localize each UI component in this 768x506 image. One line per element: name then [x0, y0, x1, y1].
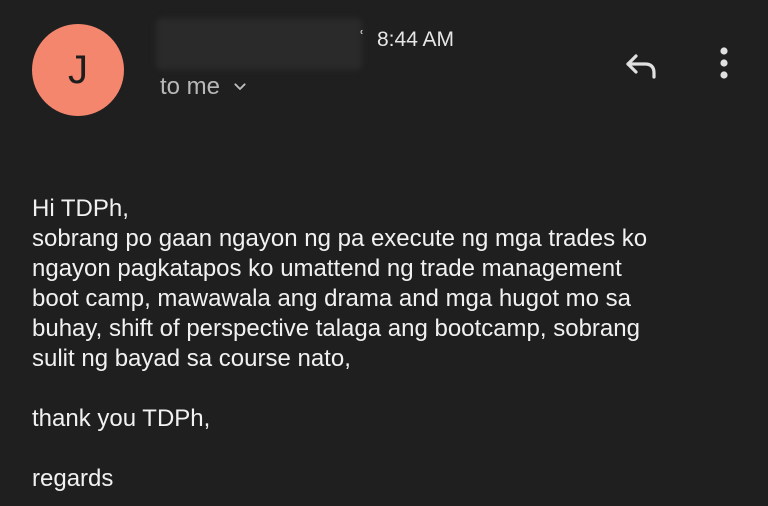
body-line: sobrang po gaan ngayon ng pa execute ng … [32, 225, 648, 252]
recipient-toggle[interactable]: to me [160, 75, 248, 99]
redacted-sender-name [156, 18, 362, 70]
body-line: boot camp, mawawala ang drama and mga hu… [32, 285, 632, 312]
reply-icon[interactable] [622, 49, 660, 79]
body-line: sulit ng bayad sa course nato, [32, 345, 351, 372]
body-line: buhay, shift of perspective talaga ang b… [32, 315, 640, 342]
email-screen: J ʿ 8:44 AM to me Hi TDPh, sobrang po ga… [0, 0, 768, 506]
body-line: ngayon pagkatapos ko umattend ng trade m… [32, 255, 622, 282]
avatar-initial: J [68, 48, 88, 92]
recipient-label: to me [160, 73, 221, 100]
greeting: Hi TDPh, [32, 195, 129, 222]
thanks-line: thank you TDPh, [32, 405, 211, 432]
chevron-down-icon [234, 83, 246, 90]
sender-avatar: J [32, 24, 124, 116]
time-fragment: ʿ [358, 28, 365, 51]
more-vert-icon[interactable] [715, 43, 733, 83]
email-body: Hi TDPh, sobrang po gaan ngayon ng pa ex… [32, 194, 742, 494]
signoff-line: regards [32, 465, 114, 492]
message-time: 8:44 AM [377, 28, 455, 51]
